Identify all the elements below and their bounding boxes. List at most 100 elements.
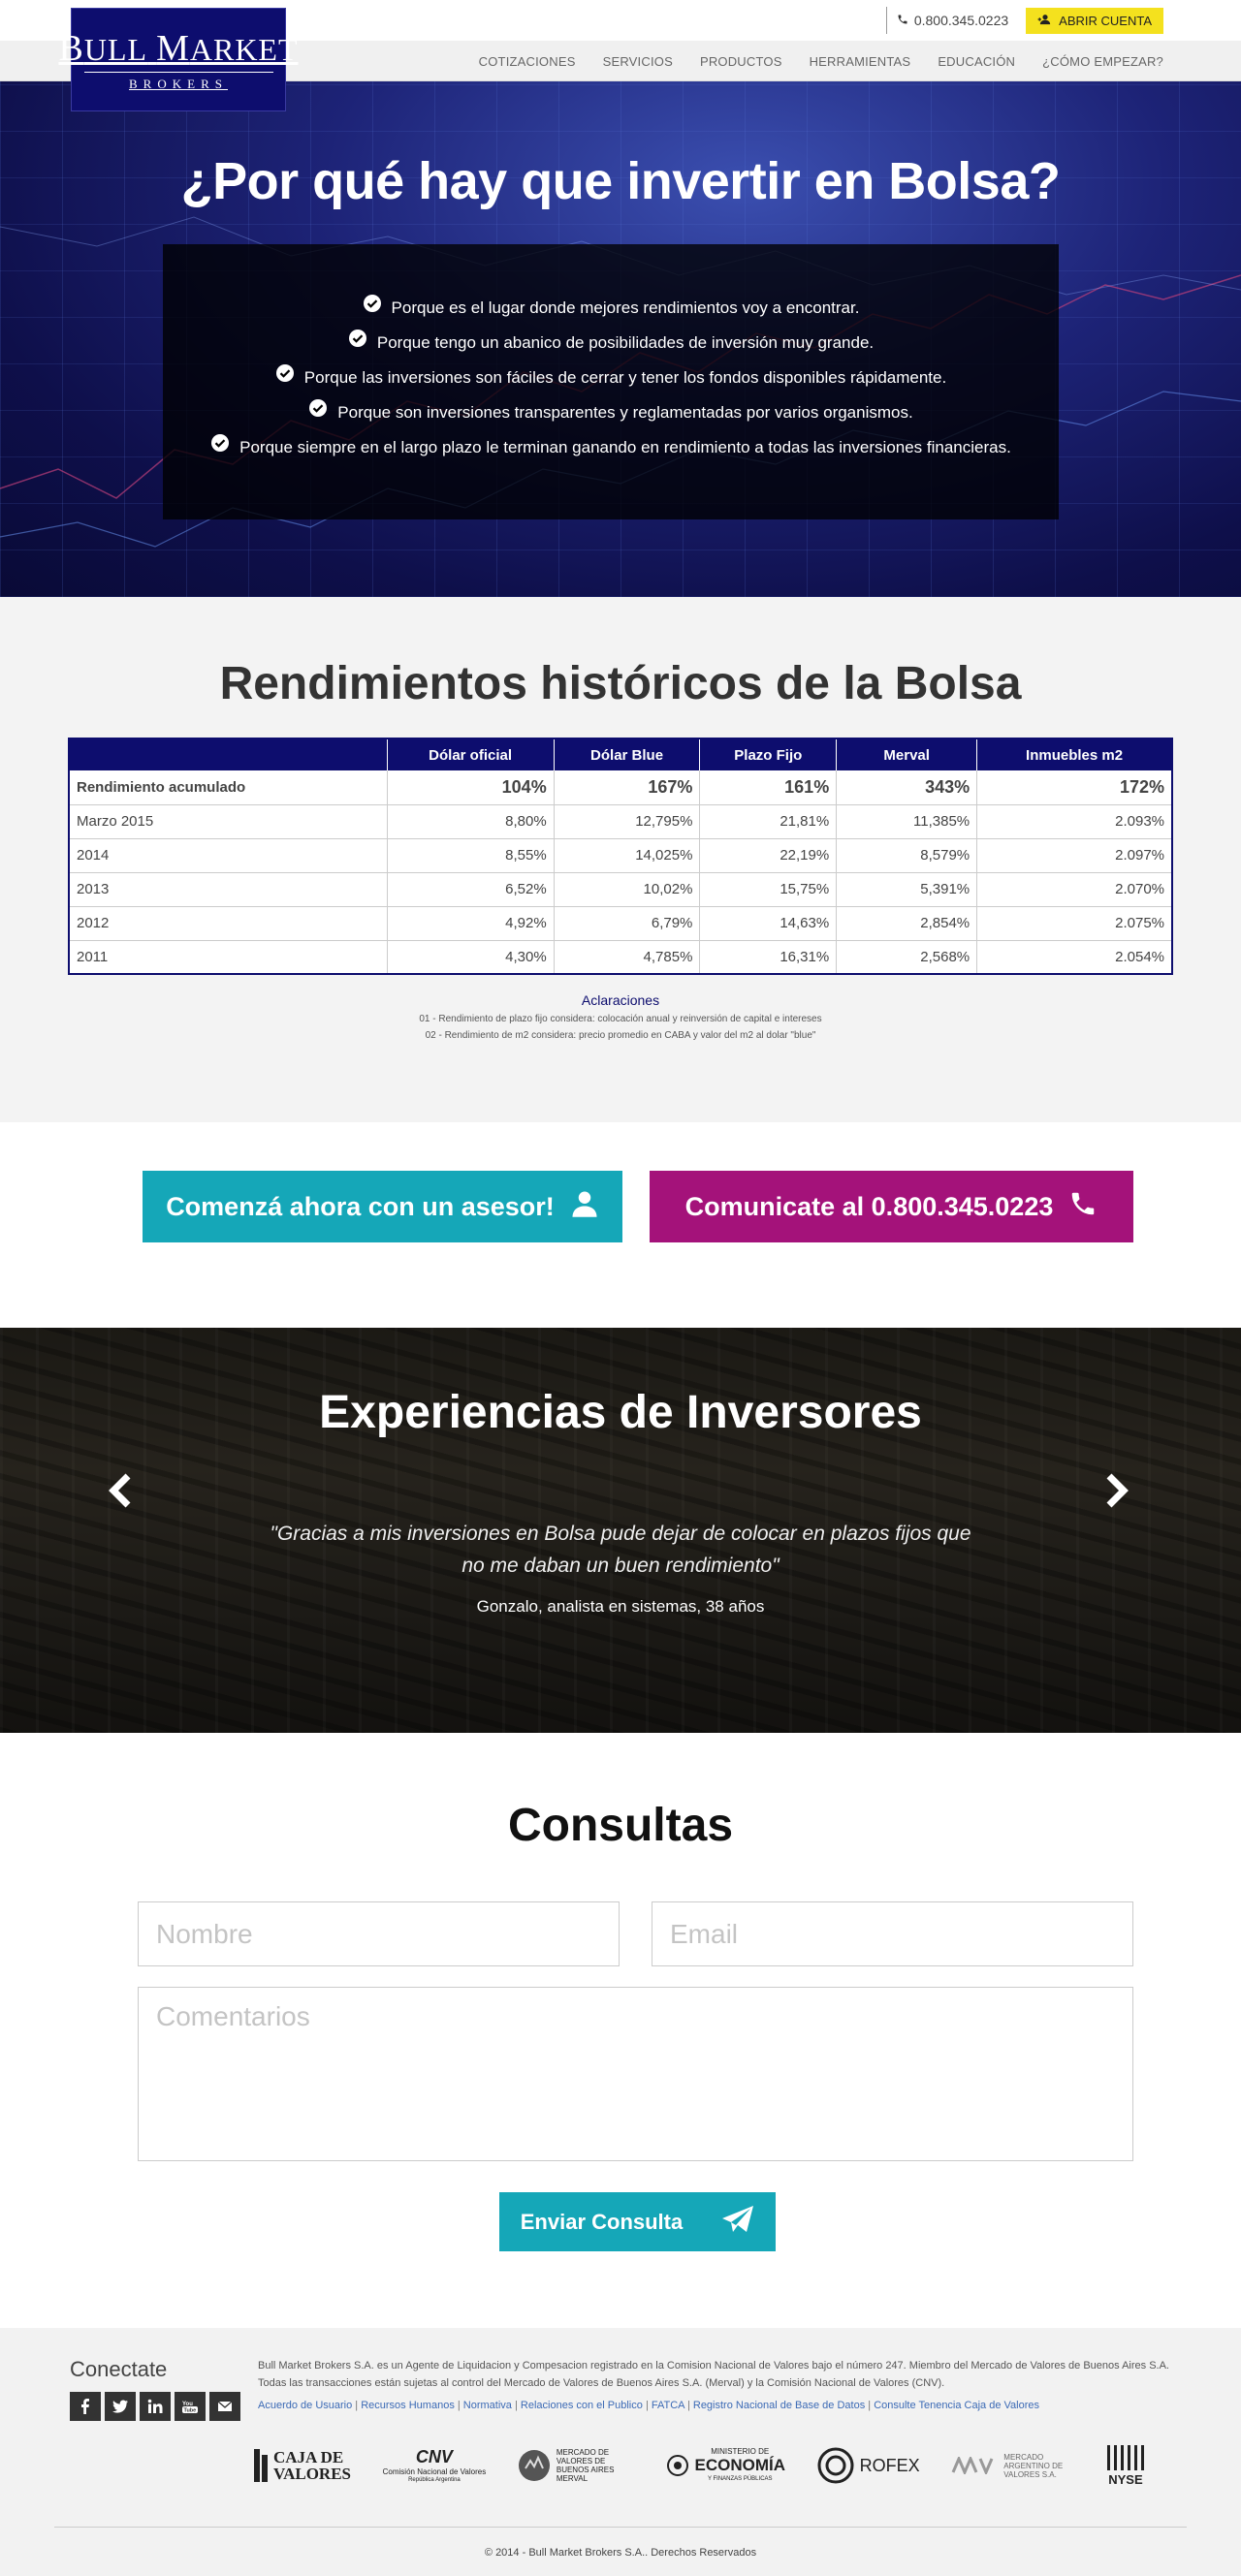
logo-divider bbox=[83, 72, 273, 73]
call-button-label: Comunicate al 0.800.345.0223 bbox=[684, 1191, 1054, 1221]
phone-icon bbox=[897, 13, 908, 28]
hero-reasons-box: Porque es el lugar donde mejores rendimi… bbox=[163, 244, 1059, 519]
table-cell: 167% bbox=[554, 770, 701, 805]
rendimientos-section: Rendimientos históricos de la Bolsa Dóla… bbox=[0, 597, 1241, 1122]
nav-item-servicios[interactable]: SERVICIOS bbox=[603, 54, 673, 69]
column-header: Merval bbox=[836, 738, 978, 770]
email-field[interactable] bbox=[652, 1901, 1133, 1966]
email-icon[interactable] bbox=[209, 2392, 240, 2421]
nyse-logo: NYSE bbox=[1105, 2444, 1146, 2487]
twitter-icon[interactable] bbox=[105, 2392, 136, 2421]
table-row: Marzo 2015 8,80% 12,795% 21,81% 11,385% … bbox=[69, 804, 1172, 839]
table-cell: 8,55% bbox=[387, 838, 555, 873]
footer-link[interactable]: Normativa bbox=[463, 2400, 512, 2411]
column-header: Dólar oficial bbox=[387, 738, 555, 770]
advisor-button[interactable]: Comenzá ahora con un asesor! bbox=[143, 1171, 622, 1242]
row-label: Marzo 2015 bbox=[69, 804, 388, 839]
row-label: 2012 bbox=[69, 906, 388, 941]
table-header-row: Dólar oficial Dólar Blue Plazo Fijo Merv… bbox=[69, 738, 1172, 770]
footer-link[interactable]: Relaciones con el Publico bbox=[521, 2400, 643, 2411]
aclaraciones-title: Aclaraciones bbox=[581, 992, 660, 1008]
open-account-button[interactable]: ABRIR CUENTA bbox=[1026, 7, 1163, 34]
header-phone[interactable]: 0.800.345.0223 bbox=[885, 7, 1008, 34]
svg-text:Tube: Tube bbox=[184, 2408, 197, 2414]
topbar-actions: 0.800.345.0223 ABRIR CUENTA bbox=[885, 7, 1163, 34]
table-cell: 6,52% bbox=[387, 872, 555, 907]
table-cell: 5,391% bbox=[836, 872, 978, 907]
table-cell: 15,75% bbox=[699, 872, 838, 907]
comments-field[interactable] bbox=[138, 1987, 1133, 2161]
table-row-acumulado: Rendimiento acumulado 104% 167% 161% 343… bbox=[69, 770, 1172, 805]
table-cell: 2.054% bbox=[976, 940, 1172, 975]
table-cell: 161% bbox=[699, 770, 838, 805]
reason-text: Porque siempre en el largo plazo le term… bbox=[239, 438, 1011, 456]
reason-item: Porque son inversiones transparentes y r… bbox=[163, 395, 1059, 430]
carousel-prev-button[interactable] bbox=[102, 1471, 141, 1510]
contact-title: Consultas bbox=[507, 1800, 734, 1851]
facebook-icon[interactable] bbox=[70, 2392, 101, 2421]
reasons-list: Porque es el lugar donde mejores rendimi… bbox=[163, 291, 1059, 465]
nav-item-educacion[interactable]: EDUCACIÓN bbox=[938, 54, 1015, 69]
table-row: 2012 4,92% 6,79% 14,63% 2,854% 2.075% bbox=[69, 906, 1172, 941]
chevron-left-icon bbox=[102, 1473, 141, 1514]
check-circle-icon bbox=[348, 326, 367, 361]
reason-item: Porque tengo un abanico de posibilidades… bbox=[163, 326, 1059, 361]
table-cell: 11,385% bbox=[836, 804, 978, 839]
nav-links: COTIZACIONES SERVICIOS PRODUCTOS HERRAMI… bbox=[479, 41, 1163, 81]
bull-market-logo[interactable]: BULL MARKET BROKERS bbox=[59, 8, 298, 111]
call-button[interactable]: Comunicate al 0.800.345.0223 bbox=[650, 1171, 1133, 1242]
open-account-label: ABRIR CUENTA bbox=[1059, 13, 1152, 28]
table-cell: 343% bbox=[836, 770, 978, 805]
aclaracion-note: 01 - Rendimiento de plazo fijo considera… bbox=[419, 1014, 822, 1024]
row-label: 2013 bbox=[69, 872, 388, 907]
name-field[interactable] bbox=[138, 1901, 620, 1966]
submit-button[interactable]: Enviar Consulta bbox=[499, 2192, 776, 2251]
site-footer: Conectate You Tube Bull Market Brokers S.… bbox=[0, 2328, 1241, 2576]
table-cell: 4,30% bbox=[387, 940, 555, 975]
nav-item-como-empezar[interactable]: ¿CÓMO EMPEZAR? bbox=[1042, 54, 1163, 69]
table-row: 2011 4,30% 4,785% 16,31% 2,568% 2.054% bbox=[69, 940, 1172, 975]
carousel-next-button[interactable] bbox=[1097, 1471, 1135, 1510]
table-cell: 6,79% bbox=[554, 906, 701, 941]
footer-link[interactable]: Consulte Tenencia Caja de Valores bbox=[874, 2400, 1039, 2411]
user-icon bbox=[570, 1189, 599, 1225]
testimonials-section: Experiencias de Inversores "Gracias a mi… bbox=[0, 1328, 1241, 1733]
paper-plane-icon bbox=[721, 2205, 754, 2240]
youtube-icon[interactable]: You Tube bbox=[175, 2392, 206, 2421]
rofex-logo: ROFEX bbox=[817, 2447, 920, 2484]
column-header: Plazo Fijo bbox=[699, 738, 838, 770]
table-cell: 12,795% bbox=[554, 804, 701, 839]
table-cell: 2.093% bbox=[976, 804, 1172, 839]
reason-text: Porque las inversiones son fáciles de ce… bbox=[303, 368, 947, 387]
nav-item-cotizaciones[interactable]: COTIZACIONES bbox=[479, 54, 576, 69]
nav-item-productos[interactable]: PRODUCTOS bbox=[700, 54, 782, 69]
table-cell: 2.075% bbox=[976, 906, 1172, 941]
legal-text: Bull Market Brokers S.A. es un Agente de… bbox=[258, 2360, 1169, 2389]
table-row: 2013 6,52% 10,02% 15,75% 5,391% 2.070% bbox=[69, 872, 1172, 907]
reason-item: Porque siempre en el largo plazo le term… bbox=[163, 430, 1059, 465]
check-circle-icon bbox=[363, 291, 382, 326]
table-cell: 10,02% bbox=[554, 872, 701, 907]
rendimientos-title: Rendimientos históricos de la Bolsa bbox=[219, 658, 1022, 709]
contact-section: Consultas Enviar Consulta bbox=[0, 1733, 1241, 2328]
testimonial-author: Gonzalo, analista en sistemas, 38 años bbox=[476, 1597, 765, 1616]
footer-link[interactable]: FATCA bbox=[652, 2400, 684, 2411]
footer-links: Acuerdo de Usuario | Recursos Humanos | … bbox=[258, 2400, 1039, 2411]
regulator-logos: CAJA DE VALORES CNV Comisión Nacional de … bbox=[254, 2442, 1146, 2489]
linkedin-icon[interactable] bbox=[140, 2392, 171, 2421]
table-cell: 2.097% bbox=[976, 838, 1172, 873]
nav-item-herramientas[interactable]: HERRAMIENTAS bbox=[810, 54, 911, 69]
logo-subtitle: BROKERS bbox=[129, 77, 228, 91]
table-cell: 2,568% bbox=[836, 940, 978, 975]
footer-link[interactable]: Acuerdo de Usuario bbox=[258, 2400, 352, 2411]
submit-button-label: Enviar Consulta bbox=[520, 2209, 684, 2234]
table-cell: 104% bbox=[387, 770, 555, 805]
footer-link[interactable]: Registro Nacional de Base de Datos bbox=[693, 2400, 865, 2411]
returns-table: Dólar oficial Dólar Blue Plazo Fijo Merv… bbox=[68, 738, 1173, 975]
footer-link[interactable]: Recursos Humanos bbox=[361, 2400, 455, 2411]
add-user-icon bbox=[1037, 14, 1053, 28]
table-cell: 172% bbox=[976, 770, 1172, 805]
check-circle-icon bbox=[308, 395, 328, 430]
footer-divider bbox=[54, 2527, 1187, 2528]
caja-de-valores-logo: CAJA DE VALORES bbox=[254, 2449, 351, 2482]
